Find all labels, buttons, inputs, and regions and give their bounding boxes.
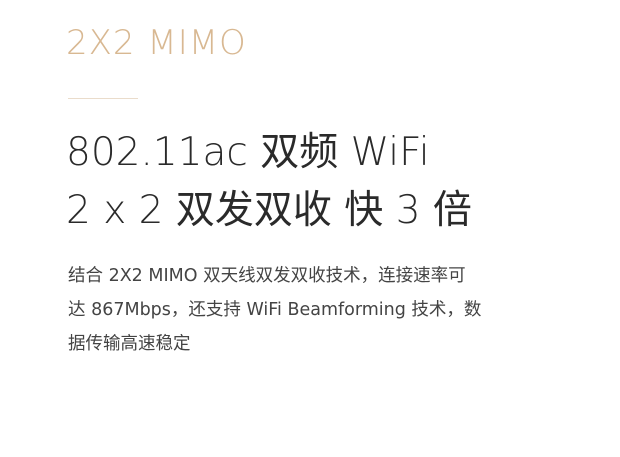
accent-divider bbox=[68, 98, 138, 99]
description-line-3: 据传输高速稳定 bbox=[68, 334, 191, 354]
description-line-1: 结合 2X2 MIMO 双天线双发双收技术，连接速率可 bbox=[68, 266, 466, 286]
feature-eyebrow-title: 2X2 MIMO bbox=[66, 23, 247, 63]
headline-line-2: 2 x 2 双发双收 快 3 倍 bbox=[66, 188, 472, 233]
feature-headline: 802.11ac 双频 WiFi 2 x 2 双发双收 快 3 倍 bbox=[66, 124, 472, 240]
description-line-2: 达 867Mbps，还支持 WiFi Beamforming 技术，数 bbox=[68, 300, 482, 320]
feature-description: 结合 2X2 MIMO 双天线双发双收技术，连接速率可 达 867Mbps，还支… bbox=[68, 259, 558, 361]
headline-line-1: 802.11ac 双频 WiFi bbox=[66, 130, 430, 175]
